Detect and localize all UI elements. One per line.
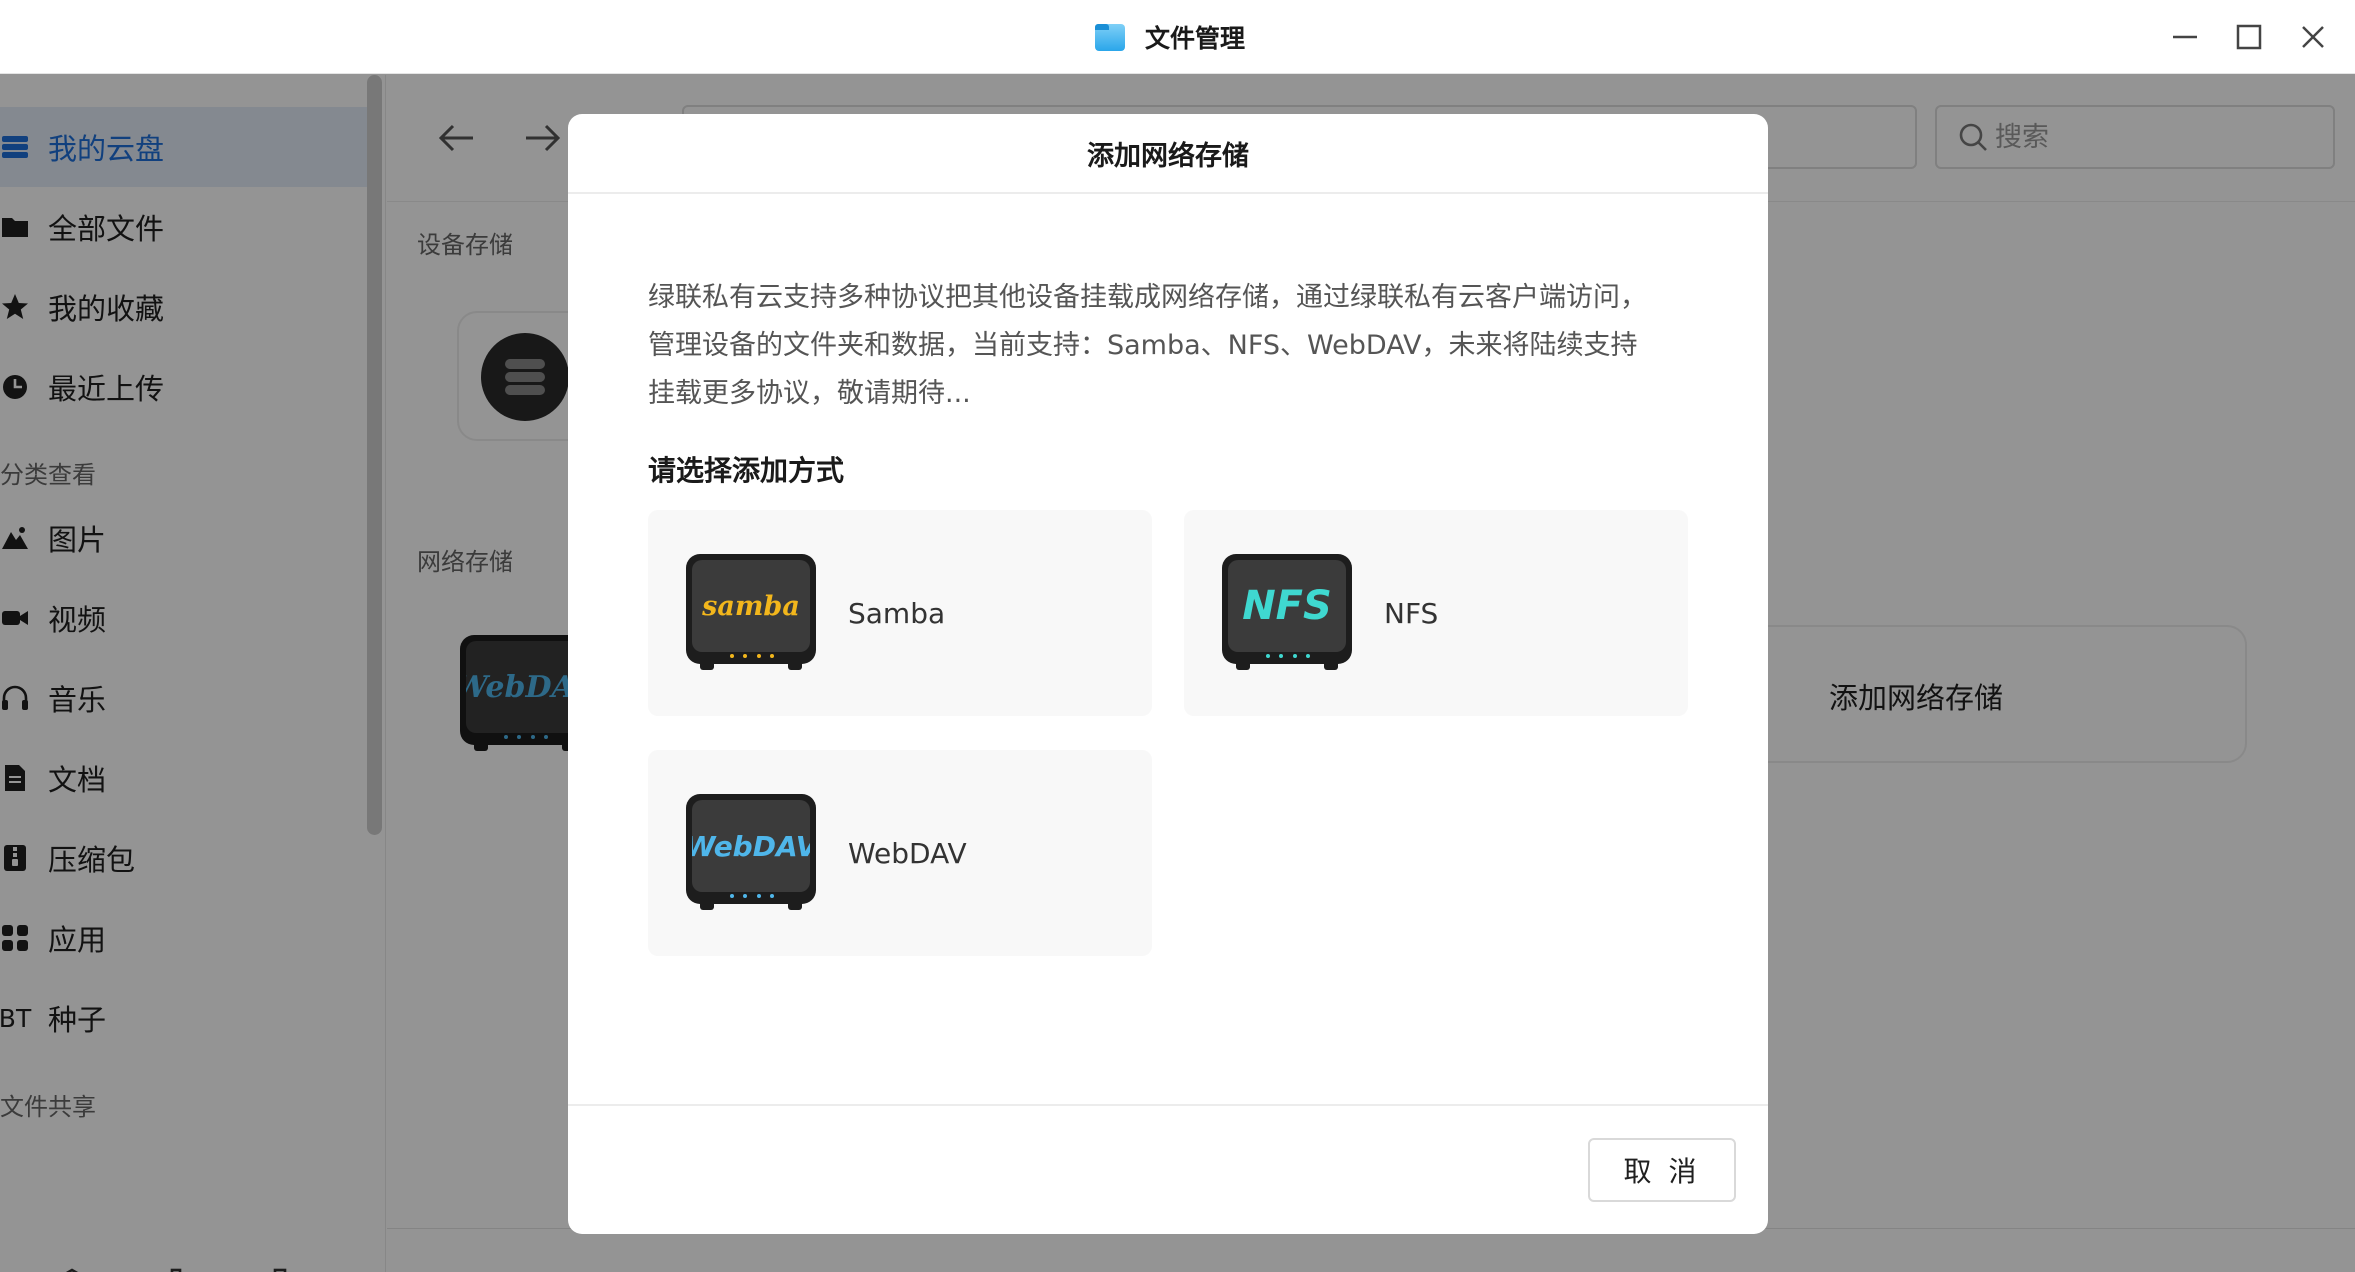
close-icon [2302, 26, 2324, 48]
description-line: 挂载更多协议，敬请期待... [648, 378, 971, 409]
option-webdav[interactable]: WebDAV WebDAV [648, 750, 1152, 956]
dialog-description: 绿联私有云支持多种协议把其他设备挂载成网络存储，通过绿联私有云客户端访问， 管理… [648, 274, 1708, 418]
dialog-footer-divider [568, 1104, 1768, 1106]
title-bar: 文件管理 [0, 0, 2355, 74]
nfs-logo-text: NFS [1242, 583, 1332, 629]
samba-logo-text: samba [702, 590, 800, 622]
samba-logo-icon: samba [686, 554, 816, 672]
dialog-title: 添加网络存储 [1087, 140, 1249, 172]
maximize-button[interactable] [2226, 14, 2272, 60]
dialog-header: 添加网络存储 [568, 114, 1768, 194]
option-label: WebDAV [848, 836, 967, 870]
window-title-area: 文件管理 [1095, 18, 1245, 56]
option-nfs[interactable]: NFS NFS [1184, 510, 1688, 716]
window-title: 文件管理 [1145, 24, 1246, 53]
add-network-storage-dialog: 添加网络存储 绿联私有云支持多种协议把其他设备挂载成网络存储，通过绿联私有云客户… [568, 114, 1768, 1234]
option-label: NFS [1384, 596, 1439, 630]
minimize-button[interactable] [2162, 14, 2208, 60]
minimize-icon [2173, 35, 2197, 39]
file-manager-app-icon [1095, 23, 1125, 51]
cancel-button[interactable]: 取 消 [1588, 1138, 1736, 1202]
close-window-button[interactable] [2290, 14, 2336, 60]
description-line: 管理设备的文件夹和数据，当前支持：Samba、NFS、WebDAV，未来将陆续支… [648, 330, 1638, 361]
dialog-subtitle: 请选择添加方式 [648, 454, 845, 487]
webdav-logo-text: WebDAV [692, 829, 810, 863]
maximize-icon [2236, 24, 2262, 50]
option-samba[interactable]: samba Samba [648, 510, 1152, 716]
nfs-logo-icon: NFS [1222, 554, 1352, 672]
description-line: 绿联私有云支持多种协议把其他设备挂载成网络存储，通过绿联私有云客户端访问， [648, 282, 1647, 313]
option-label: Samba [848, 596, 946, 630]
webdav-logo-icon: WebDAV [686, 794, 816, 912]
